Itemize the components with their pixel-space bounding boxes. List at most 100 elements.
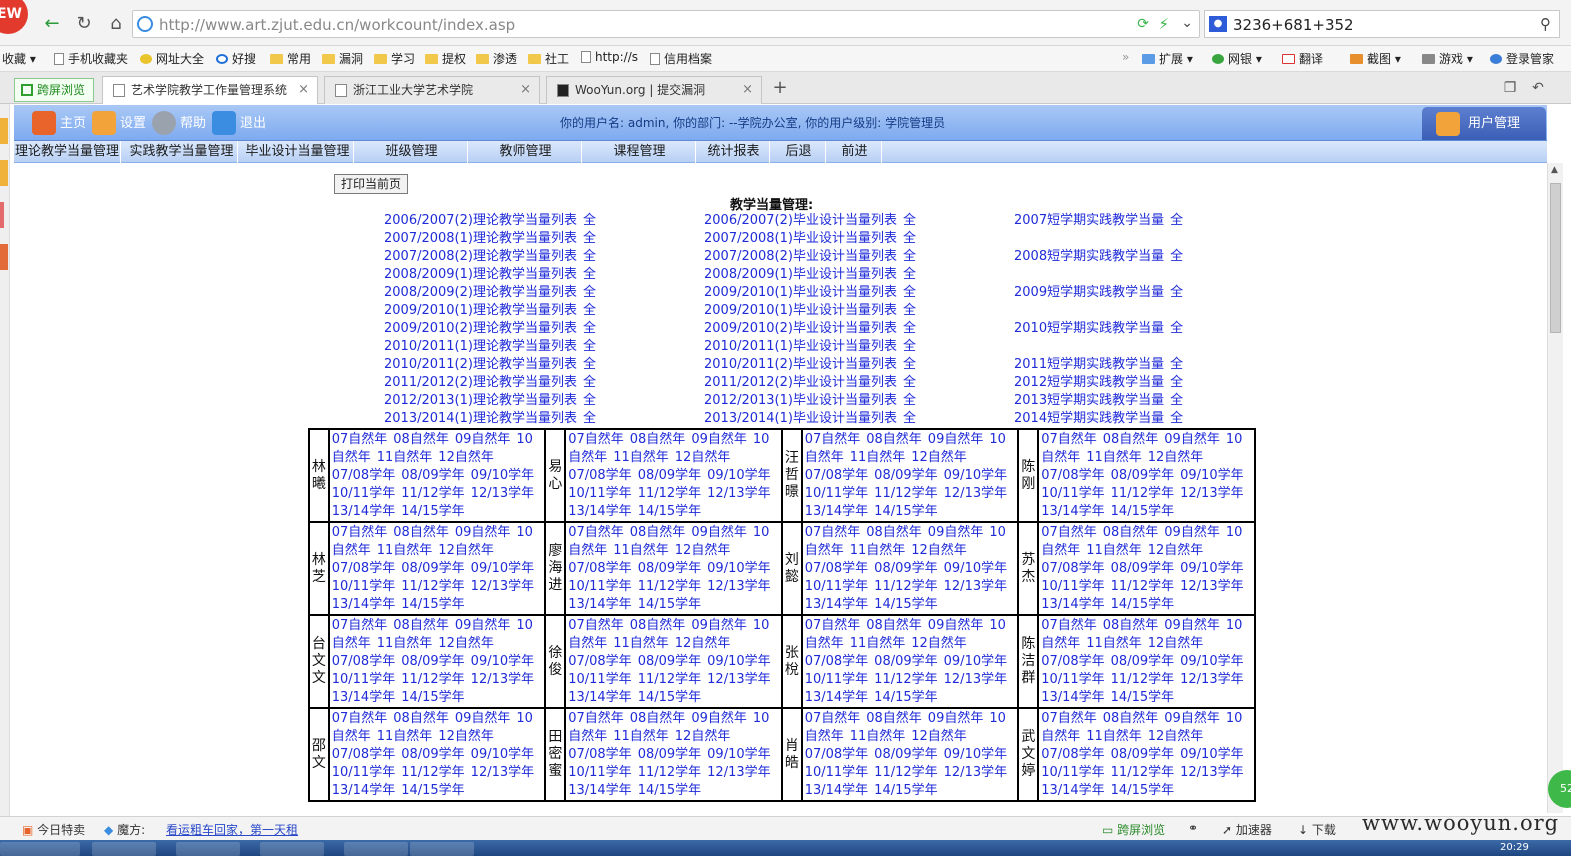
design-link[interactable]: 2010/2011(1)毕业设计当量列表 <box>704 339 897 354</box>
year-link[interactable]: 09/10学年 <box>707 747 770 762</box>
menu-teacher[interactable]: 教师管理 <box>470 141 582 163</box>
print-page-button[interactable]: 打印当前页 <box>334 174 408 194</box>
tool-games[interactable]: 游戏 ▾ <box>1422 50 1473 67</box>
year-link[interactable]: 13/14学年 <box>805 597 868 612</box>
year-link[interactable]: 13/14学年 <box>332 597 395 612</box>
all-link[interactable]: 全 <box>1170 213 1183 228</box>
year-link[interactable]: 12自然年 <box>438 543 494 558</box>
year-link[interactable]: 12自然年 <box>438 450 494 465</box>
year-link[interactable]: 12/13学年 <box>707 579 770 594</box>
year-link[interactable]: 10/11学年 <box>332 486 395 501</box>
year-link[interactable]: 自然年 <box>1041 543 1080 558</box>
year-link[interactable]: 10 <box>1226 711 1243 726</box>
year-link[interactable]: 07自然年 <box>332 618 388 633</box>
year-link[interactable]: 10/11学年 <box>1041 765 1104 780</box>
cross-screen-button[interactable]: 跨屏浏览 <box>14 78 95 102</box>
year-link[interactable]: 07/08学年 <box>805 654 868 669</box>
year-link[interactable]: 11自然年 <box>850 543 906 558</box>
year-link[interactable]: 10 <box>989 711 1006 726</box>
year-link[interactable]: 14/15学年 <box>638 597 701 612</box>
year-link[interactable]: 11/12学年 <box>638 672 701 687</box>
taskbar-item[interactable] <box>344 842 408 856</box>
year-link[interactable]: 自然年 <box>1041 450 1080 465</box>
year-link[interactable]: 11/12学年 <box>1111 765 1174 780</box>
year-link[interactable]: 07自然年 <box>568 432 624 447</box>
scroll-up-icon[interactable]: ▲ <box>1551 165 1558 175</box>
year-link[interactable]: 11自然年 <box>850 729 906 744</box>
design-link[interactable]: 2012/2013(1)毕业设计当量列表 <box>704 393 897 408</box>
year-link[interactable]: 10 <box>1226 525 1243 540</box>
year-link[interactable]: 10 <box>989 525 1006 540</box>
design-link[interactable]: 2006/2007(2)毕业设计当量列表 <box>704 213 897 228</box>
year-link[interactable]: 07自然年 <box>568 711 624 726</box>
year-link[interactable]: 14/15学年 <box>1111 597 1174 612</box>
search-text[interactable]: 3236+681+352 <box>1233 16 1354 34</box>
year-link[interactable]: 14/15学年 <box>1111 690 1174 705</box>
tab-workcount[interactable]: 艺术学院教学工作量管理系统 × <box>102 76 318 104</box>
year-link[interactable]: 12/13学年 <box>707 765 770 780</box>
year-link[interactable]: 13/14学年 <box>332 690 395 705</box>
year-link[interactable]: 07自然年 <box>805 618 861 633</box>
year-link[interactable]: 11自然年 <box>377 729 433 744</box>
year-link[interactable]: 07/08学年 <box>1041 747 1104 762</box>
theory-link[interactable]: 2007/2008(2)理论教学当量列表 <box>384 249 577 264</box>
year-link[interactable]: 12自然年 <box>1148 729 1204 744</box>
year-link[interactable]: 10 <box>516 432 533 447</box>
theory-link[interactable]: 2009/2010(2)理论教学当量列表 <box>384 321 577 336</box>
year-link[interactable]: 08/09学年 <box>1111 468 1174 483</box>
year-link[interactable]: 11/12学年 <box>401 486 464 501</box>
year-link[interactable]: 08自然年 <box>1103 618 1159 633</box>
theory-link[interactable]: 2007/2008(1)理论教学当量列表 <box>384 231 577 246</box>
all-link[interactable]: 全 <box>903 231 916 246</box>
theory-link[interactable]: 2006/2007(2)理论教学当量列表 <box>384 213 577 228</box>
year-link[interactable]: 10 <box>516 711 533 726</box>
all-link[interactable]: 全 <box>903 267 916 282</box>
design-link[interactable]: 2009/2010(1)毕业设计当量列表 <box>704 303 897 318</box>
year-link[interactable]: 12/13学年 <box>944 672 1007 687</box>
year-link[interactable]: 11/12学年 <box>874 672 937 687</box>
year-link[interactable]: 08自然年 <box>866 432 922 447</box>
theory-link[interactable]: 2012/2013(1)理论教学当量列表 <box>384 393 577 408</box>
year-link[interactable]: 11自然年 <box>850 636 906 651</box>
year-link[interactable]: 12自然年 <box>1148 543 1204 558</box>
design-link[interactable]: 2013/2014(1)毕业设计当量列表 <box>704 411 897 426</box>
home-button[interactable]: 主页 <box>32 111 86 137</box>
year-link[interactable]: 12/13学年 <box>1180 672 1243 687</box>
year-link[interactable]: 12/13学年 <box>1180 765 1243 780</box>
practice-link[interactable]: 2012短学期实践教学当量 <box>1014 375 1164 390</box>
year-link[interactable]: 14/15学年 <box>874 690 937 705</box>
year-link[interactable]: 12/13学年 <box>707 672 770 687</box>
year-link[interactable]: 14/15学年 <box>638 504 701 519</box>
year-link[interactable]: 08/09学年 <box>638 468 701 483</box>
year-link[interactable]: 自然年 <box>805 543 844 558</box>
year-link[interactable]: 08自然年 <box>630 618 686 633</box>
year-link[interactable]: 13/14学年 <box>805 504 868 519</box>
all-link[interactable]: 全 <box>583 249 596 264</box>
menu-theory[interactable]: 理论教学当量管理 <box>14 141 121 163</box>
year-link[interactable]: 10/11学年 <box>1041 672 1104 687</box>
all-link[interactable]: 全 <box>903 393 916 408</box>
bookmark-favorites[interactable]: 收藏 ▾ <box>2 50 36 67</box>
year-link[interactable]: 13/14学年 <box>1041 504 1104 519</box>
year-link[interactable]: 10/11学年 <box>805 765 868 780</box>
year-link[interactable]: 14/15学年 <box>874 783 937 798</box>
reload-icon[interactable]: ⟳ <box>1137 16 1149 32</box>
theory-link[interactable]: 2011/2012(2)理论教学当量列表 <box>384 375 577 390</box>
close-icon[interactable]: × <box>742 77 753 103</box>
year-link[interactable]: 08自然年 <box>630 711 686 726</box>
side-app-icon[interactable] <box>0 202 4 228</box>
theory-link[interactable]: 2008/2009(1)理论教学当量列表 <box>384 267 577 282</box>
taskbar-item[interactable] <box>410 842 474 856</box>
year-link[interactable]: 07/08学年 <box>332 468 395 483</box>
year-link[interactable]: 08自然年 <box>393 525 449 540</box>
year-link[interactable]: 11自然年 <box>1086 729 1142 744</box>
practice-link[interactable]: 2013短学期实践教学当量 <box>1014 393 1164 408</box>
side-folder-icon[interactable] <box>0 160 8 186</box>
year-link[interactable]: 09/10学年 <box>1180 747 1243 762</box>
year-link[interactable]: 08/09学年 <box>401 468 464 483</box>
all-link[interactable]: 全 <box>903 303 916 318</box>
scrollbar-thumb[interactable] <box>1550 183 1561 333</box>
year-link[interactable]: 09/10学年 <box>1180 654 1243 669</box>
all-link[interactable]: 全 <box>903 375 916 390</box>
tool-screenshot[interactable]: 截图 ▾ <box>1350 50 1401 67</box>
